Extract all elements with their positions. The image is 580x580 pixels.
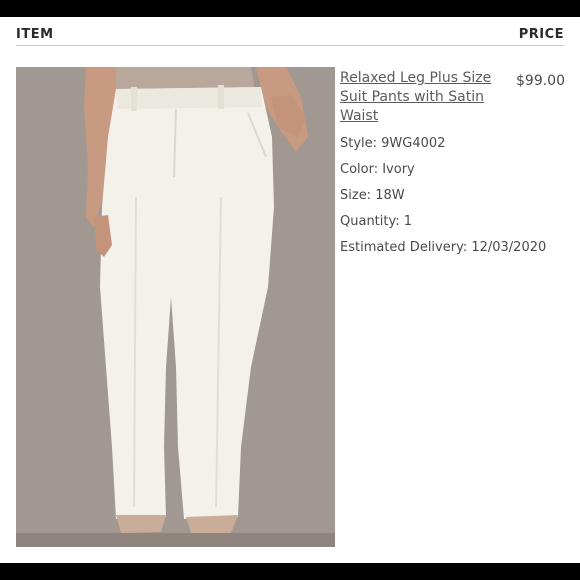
item-style: Style: 9WG4002 [340, 136, 446, 151]
product-image[interactable] [16, 67, 335, 547]
item-color: Color: Ivory [340, 162, 415, 177]
product-title-link[interactable]: Relaxed Leg Plus Size Suit Pants with Sa… [340, 69, 500, 126]
column-header: ITEM PRICE [16, 17, 564, 46]
order-item-card: ITEM PRICE Relaxed Leg Plus Size Suit Pa… [0, 17, 580, 563]
item-details: Relaxed Leg Plus Size Suit Pants with Sa… [340, 69, 565, 256]
price-column-label: PRICE [518, 27, 564, 42]
item-estimated-delivery: Estimated Delivery: 12/03/2020 [340, 240, 547, 255]
item-price: $99.00 [516, 73, 565, 89]
item-size: Size: 18W [340, 188, 405, 203]
item-quantity: Quantity: 1 [340, 214, 413, 229]
item-column-label: ITEM [16, 27, 54, 42]
